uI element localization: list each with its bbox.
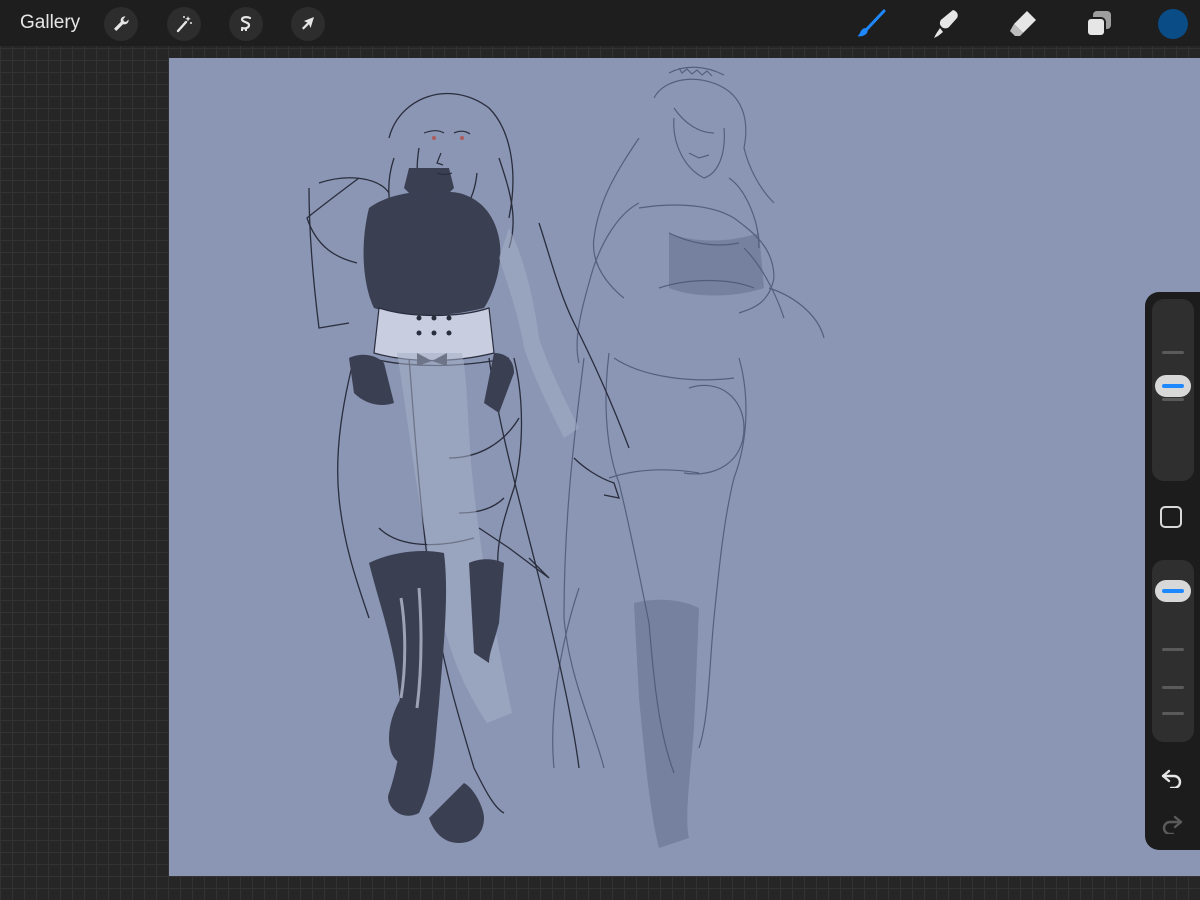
- modify-button[interactable]: [1160, 506, 1182, 528]
- undo-arrow-icon: [1161, 769, 1182, 788]
- slider-tick: [1162, 712, 1184, 715]
- layers-icon: [1086, 11, 1111, 37]
- eraser-tool-button[interactable]: [1007, 8, 1039, 40]
- transform-button[interactable]: [291, 7, 325, 41]
- wrench-icon: [114, 16, 129, 31]
- artwork-sketch: [169, 58, 1200, 876]
- selection-s-icon: [240, 16, 252, 31]
- eraser-icon: [1010, 11, 1036, 36]
- square-modify-icon: [1162, 508, 1163, 509]
- magic-wand-icon: [176, 16, 192, 33]
- brush-icon: [857, 9, 886, 37]
- top-toolbar: Gallery: [0, 0, 1200, 46]
- arrow-cursor-icon: [302, 17, 314, 30]
- drawing-canvas[interactable]: [169, 58, 1200, 876]
- smudge-finger-icon: [934, 10, 958, 38]
- undo-button[interactable]: [1159, 767, 1185, 789]
- opacity-slider[interactable]: [1152, 560, 1194, 742]
- slider-tick: [1162, 686, 1184, 689]
- smudge-tool-button[interactable]: [931, 8, 963, 40]
- slider-tick: [1162, 351, 1184, 354]
- layers-tool-button[interactable]: [1083, 8, 1115, 40]
- brush-size-thumb[interactable]: [1155, 374, 1191, 397]
- redo-button[interactable]: [1159, 813, 1185, 835]
- gallery-button[interactable]: Gallery: [20, 11, 80, 35]
- adjustments-button[interactable]: [167, 7, 201, 41]
- opacity-thumb[interactable]: [1155, 579, 1191, 602]
- color-picker-button[interactable]: [1158, 9, 1188, 39]
- slider-tick: [1162, 398, 1184, 401]
- redo-arrow-icon: [1162, 815, 1183, 834]
- selection-button[interactable]: [229, 7, 263, 41]
- actions-button[interactable]: [104, 7, 138, 41]
- brush-size-slider[interactable]: [1152, 299, 1194, 481]
- right-sidebar: [1145, 292, 1200, 850]
- brush-tool-button[interactable]: [855, 8, 887, 40]
- slider-tick: [1162, 648, 1184, 651]
